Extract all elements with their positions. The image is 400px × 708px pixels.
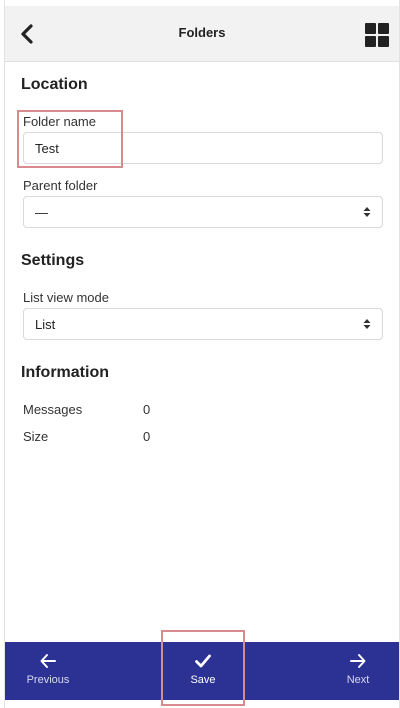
folder-name-label: Folder name [23, 114, 96, 129]
folder-name-input[interactable] [23, 132, 383, 164]
page-title: Folders [178, 25, 226, 40]
messages-label: Messages [23, 402, 83, 417]
previous-button[interactable]: Previous [9, 642, 87, 700]
previous-label: Previous [26, 674, 70, 686]
arrow-right-icon [350, 654, 366, 668]
back-button[interactable] [13, 20, 41, 48]
list-view-mode-value: List [35, 317, 56, 332]
app-frame: Folders Location Folder name Parent fold… [4, 0, 400, 708]
settings-heading: Settings [21, 252, 85, 269]
parent-folder-value: — [35, 205, 48, 220]
list-view-mode-label: List view mode [23, 290, 109, 305]
size-label: Size [23, 429, 49, 444]
select-arrows-icon [363, 207, 371, 217]
location-heading: Location [21, 76, 88, 93]
information-heading: Information [21, 364, 109, 381]
next-label: Next [346, 674, 370, 686]
grid-icon [365, 23, 389, 47]
save-label: Save [190, 674, 216, 686]
parent-folder-label: Parent folder [23, 178, 98, 193]
header-bar: Folders [5, 6, 399, 62]
checkmark-icon [195, 654, 211, 668]
chevron-left-icon [21, 24, 33, 44]
arrow-left-icon [40, 654, 56, 668]
parent-folder-select[interactable]: — [23, 196, 383, 228]
list-view-mode-select[interactable]: List [23, 308, 383, 340]
size-value: 0 [143, 429, 151, 444]
apps-button[interactable] [365, 23, 389, 47]
bottom-navigation: Previous Save Next [5, 642, 399, 700]
select-arrows-icon [363, 319, 371, 329]
save-button[interactable]: Save [163, 642, 243, 700]
messages-value: 0 [143, 402, 151, 417]
next-button[interactable]: Next [323, 642, 393, 700]
